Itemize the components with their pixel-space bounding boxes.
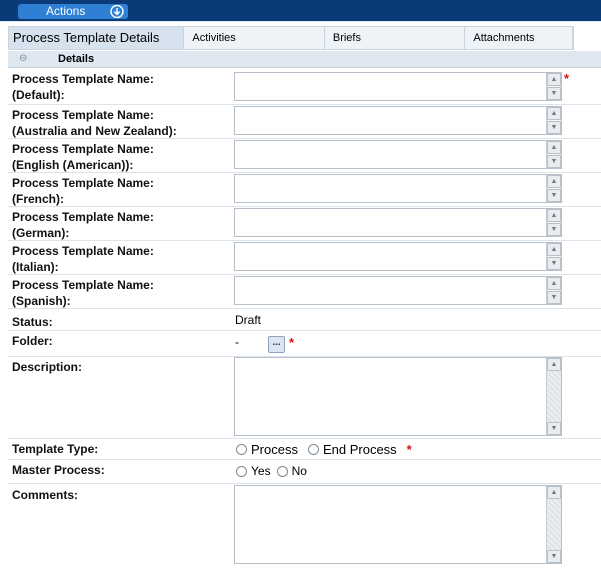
arrow-down-icon	[110, 5, 124, 18]
name-default-input[interactable]: ▲ ▼	[234, 72, 562, 101]
master-process-label: Master Process:	[12, 463, 105, 477]
tab-bar: Process Template Details Activities Brie…	[8, 26, 574, 50]
template-type-label: Template Type:	[12, 442, 99, 456]
scroll-up-icon[interactable]: ▲	[547, 209, 561, 222]
actions-button[interactable]: Actions	[18, 4, 128, 19]
divider	[8, 274, 601, 275]
divider	[8, 172, 601, 173]
scroll-up-icon[interactable]: ▲	[547, 73, 561, 86]
scroll-down-icon[interactable]: ▼	[547, 550, 561, 563]
name-english-input[interactable]: ▲ ▼	[234, 140, 562, 169]
scrollbar[interactable]: ▲ ▼	[546, 107, 561, 134]
scrollbar-track[interactable]	[547, 499, 561, 550]
divider	[8, 459, 601, 460]
description-textarea[interactable]: ▲ ▼	[234, 357, 562, 436]
scroll-down-icon[interactable]: ▼	[547, 291, 561, 304]
yes-radio[interactable]	[236, 465, 247, 477]
scroll-down-icon[interactable]: ▼	[547, 121, 561, 134]
divider	[8, 206, 601, 207]
end-process-radio[interactable]	[307, 444, 319, 455]
folder-label: Folder:	[12, 334, 53, 348]
details-section-header: ⊖ Details	[8, 51, 601, 68]
tab-process-template-details[interactable]: Process Template Details	[9, 27, 185, 49]
name-french-label: Process Template Name: (French):	[12, 176, 154, 206]
divider	[8, 438, 601, 439]
comments-label: Comments:	[12, 488, 79, 502]
name-german-input[interactable]: ▲ ▼	[234, 208, 562, 237]
tab-activities[interactable]: Activities	[184, 27, 325, 49]
name-italian-label: Process Template Name: (Italian):	[12, 244, 154, 274]
scrollbar-track[interactable]	[547, 371, 561, 422]
scroll-up-icon[interactable]: ▲	[547, 141, 561, 154]
scrollbar[interactable]: ▲ ▼	[546, 486, 561, 563]
name-italian-input[interactable]: ▲ ▼	[234, 242, 562, 271]
scroll-down-icon[interactable]: ▼	[547, 257, 561, 270]
folder-browse-button[interactable]: ...	[268, 336, 285, 353]
scroll-down-icon[interactable]: ▼	[547, 223, 561, 236]
tab-briefs[interactable]: Briefs	[325, 27, 466, 49]
divider	[8, 138, 601, 139]
name-anz-input[interactable]: ▲ ▼	[234, 106, 562, 135]
master-process-radio-group: Yes No	[236, 464, 317, 478]
name-german-label: Process Template Name: (German):	[12, 210, 154, 240]
no-radio[interactable]	[276, 465, 288, 477]
required-marker: *	[289, 335, 295, 350]
no-radio-label[interactable]: No	[292, 464, 307, 478]
divider	[8, 483, 601, 484]
scroll-up-icon[interactable]: ▲	[547, 107, 561, 120]
yes-radio-label[interactable]: Yes	[251, 464, 271, 478]
description-label: Description:	[12, 360, 83, 374]
top-toolbar: Actions	[0, 0, 601, 22]
scrollbar[interactable]: ▲ ▼	[546, 175, 561, 202]
folder-value: -	[235, 335, 239, 349]
status-label: Status:	[12, 315, 53, 329]
divider	[8, 104, 601, 105]
comments-textarea[interactable]: ▲ ▼	[234, 485, 562, 564]
name-anz-label: Process Template Name: (Australia and New…	[12, 108, 177, 138]
scrollbar[interactable]: ▲ ▼	[546, 73, 561, 100]
template-type-radio-group: Process End Process *	[236, 442, 412, 457]
divider	[8, 308, 601, 309]
scrollbar[interactable]: ▲ ▼	[546, 243, 561, 270]
name-default-label: Process Template Name: (Default):	[12, 72, 154, 102]
collapse-icon[interactable]: ⊖	[19, 53, 27, 64]
scroll-up-icon[interactable]: ▲	[547, 175, 561, 188]
name-french-input[interactable]: ▲ ▼	[234, 174, 562, 203]
actions-button-label: Actions	[46, 4, 86, 18]
scrollbar[interactable]: ▲ ▼	[546, 209, 561, 236]
process-radio[interactable]	[236, 444, 247, 455]
scroll-down-icon[interactable]: ▼	[547, 422, 561, 435]
name-spanish-label: Process Template Name: (Spanish):	[12, 278, 154, 308]
process-radio-label[interactable]: Process	[251, 442, 298, 457]
scrollbar[interactable]: ▲ ▼	[546, 277, 561, 304]
scroll-up-icon[interactable]: ▲	[547, 243, 561, 256]
scroll-up-icon[interactable]: ▲	[547, 277, 561, 290]
status-value: Draft	[235, 313, 262, 327]
scroll-up-icon[interactable]: ▲	[547, 358, 561, 371]
scroll-down-icon[interactable]: ▼	[547, 155, 561, 168]
required-marker: *	[564, 71, 570, 86]
scrollbar[interactable]: ▲ ▼	[546, 141, 561, 168]
name-spanish-input[interactable]: ▲ ▼	[234, 276, 562, 305]
tab-attachments[interactable]: Attachments	[465, 27, 573, 49]
end-process-radio-label[interactable]: End Process	[323, 442, 397, 457]
divider	[8, 240, 601, 241]
required-marker: *	[406, 442, 412, 457]
name-english-label: Process Template Name: (English (American…	[12, 142, 154, 172]
scroll-up-icon[interactable]: ▲	[547, 486, 561, 499]
section-title: Details	[58, 53, 95, 65]
scroll-down-icon[interactable]: ▼	[547, 189, 561, 202]
divider	[8, 330, 601, 331]
scrollbar[interactable]: ▲ ▼	[546, 358, 561, 435]
scroll-down-icon[interactable]: ▼	[547, 87, 561, 100]
